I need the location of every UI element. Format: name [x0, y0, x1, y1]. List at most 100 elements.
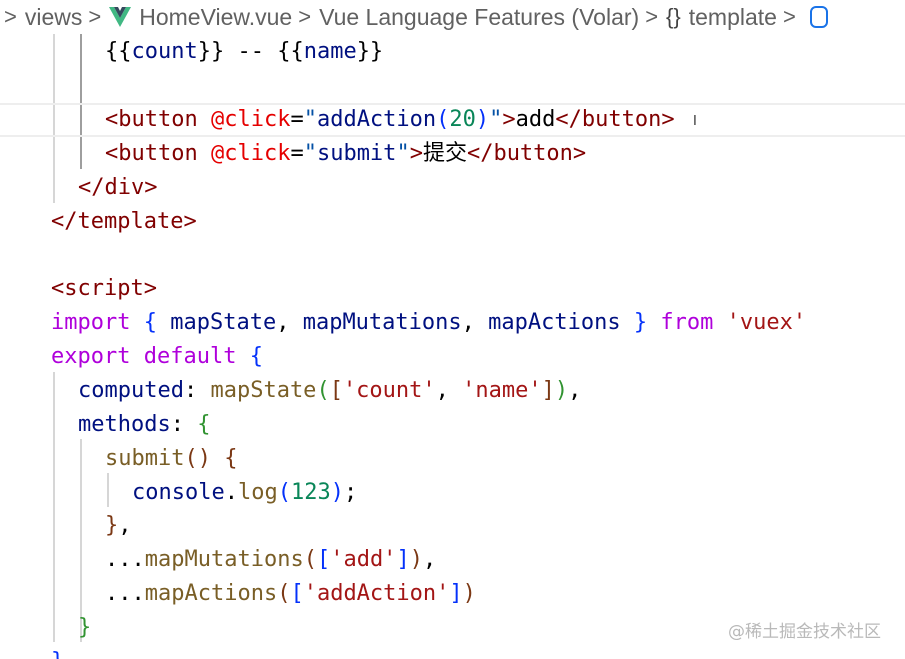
breadcrumb-item-views[interactable]: views	[25, 4, 83, 31]
code-token: ,	[276, 310, 303, 335]
code-editor[interactable]: {{count}} -- {{name}} <button @click="ad…	[0, 34, 905, 659]
code-token: [	[290, 581, 304, 606]
element-icon[interactable]	[809, 6, 828, 28]
code-token: 'count'	[342, 378, 436, 403]
breadcrumb-separator-icon: >	[298, 4, 312, 29]
code-token: ]	[449, 581, 463, 606]
code-token: name	[303, 39, 357, 64]
code-token: import	[51, 310, 131, 335]
breadcrumb-item-language[interactable]: Vue Language Features (Volar)	[319, 4, 639, 31]
code-token: (	[316, 378, 330, 403]
code-token: 'name'	[462, 378, 542, 403]
code-text: <button @click="addAction(20)">add</butt…	[105, 103, 675, 137]
code-token: addAction	[316, 107, 437, 132]
code-token: }} -- {{	[197, 39, 304, 64]
code-line[interactable]: ...mapMutations(['add']),	[0, 543, 905, 577]
code-line[interactable]: import { mapState, mapMutations, mapActi…	[0, 306, 905, 340]
code-text: ...mapMutations(['add']),	[105, 543, 436, 577]
breadcrumb-label: template	[688, 3, 777, 30]
code-text: export default {	[51, 340, 263, 374]
code-text: {{count}} -- {{name}}	[105, 35, 383, 69]
code-line[interactable]: </div>	[0, 171, 905, 205]
code-line[interactable]: <button @click="submit">提交</button>	[0, 137, 905, 171]
breadcrumb-item-file[interactable]: HomeView.vue	[109, 4, 292, 31]
code-token: add	[515, 107, 556, 132]
code-token: mapMutations	[144, 547, 304, 572]
breadcrumb-separator-icon: >	[645, 4, 659, 29]
code-line[interactable]: <script>	[0, 272, 905, 306]
code-line[interactable]: console.log(123);	[0, 476, 905, 510]
code-token: =	[290, 107, 304, 132]
code-text: </template>	[51, 205, 197, 239]
breadcrumb-separator-icon: >	[88, 4, 102, 29]
code-token: :	[170, 412, 198, 437]
code-token: 'vuex'	[726, 310, 807, 335]
code-token: ]	[541, 378, 555, 403]
code-token: "	[303, 141, 317, 166]
watermark: @稀土掘金技术社区	[728, 622, 881, 642]
code-token: click	[224, 107, 291, 132]
code-text: <script>	[51, 272, 157, 306]
code-line[interactable]: }	[0, 645, 905, 659]
code-text: ...mapActions(['addAction'])	[105, 577, 476, 611]
code-line[interactable]: ...mapActions(['addAction'])	[0, 577, 905, 611]
code-token: 提交	[422, 141, 467, 166]
code-text: computed: mapState(['count', 'name']),	[78, 374, 581, 408]
breadcrumb-label: HomeView.vue	[139, 3, 293, 30]
code-text: },	[105, 509, 132, 543]
code-token: ...	[105, 547, 145, 572]
code-text: }	[51, 645, 64, 659]
code-token: (	[277, 581, 291, 606]
code-text: console.log(123);	[132, 476, 357, 510]
code-token: from	[660, 310, 714, 335]
code-line[interactable]: {{count}} -- {{name}}	[0, 35, 905, 69]
code-token: ,	[435, 378, 463, 403]
code-token: submit	[105, 446, 185, 471]
code-token: {	[249, 344, 263, 369]
code-token: </button>	[466, 141, 587, 166]
breadcrumb-label: views	[24, 3, 83, 30]
breadcrumb-label: Vue Language Features (Volar)	[319, 3, 640, 30]
code-token: {	[224, 446, 238, 471]
code-text: }	[78, 611, 91, 645]
code-line[interactable]: computed: mapState(['count', 'name']),	[0, 374, 905, 408]
code-token: click	[224, 141, 291, 166]
code-token: [	[316, 547, 331, 572]
code-token: methods	[78, 412, 171, 437]
code-token: <button	[105, 107, 198, 132]
breadcrumb-separator-icon: >	[782, 4, 796, 29]
code-token: ;	[343, 480, 358, 505]
code-line[interactable]: <button @click="addAction(20)">add</butt…	[0, 103, 905, 137]
code-token: log	[237, 480, 278, 505]
code-token: ...	[105, 581, 145, 606]
code-token: console	[132, 480, 225, 505]
code-token: mapMutations	[302, 310, 462, 335]
code-token: =	[290, 141, 304, 166]
code-token: submit	[316, 141, 397, 166]
code-token: >	[409, 141, 423, 166]
code-line[interactable]: methods: {	[0, 408, 905, 442]
code-text: methods: {	[78, 408, 210, 442]
code-token: 'addAction'	[303, 581, 450, 606]
breadcrumb-item-template[interactable]: {} template	[666, 4, 777, 31]
code-token: "	[396, 141, 410, 166]
code-line[interactable]: submit() {	[0, 442, 905, 476]
code-token: >	[502, 107, 516, 132]
code-line[interactable]: },	[0, 509, 905, 543]
code-token: )	[409, 547, 423, 572]
code-token: </button>	[555, 107, 675, 132]
code-token: }	[51, 649, 64, 659]
code-token: }	[633, 310, 648, 335]
code-line[interactable]: export default {	[0, 340, 905, 374]
code-token: {	[197, 412, 211, 437]
code-token: mapActions	[488, 310, 621, 335]
code-line[interactable]: </template>	[0, 205, 905, 239]
code-token: count	[131, 39, 198, 64]
code-token: computed	[78, 378, 184, 403]
